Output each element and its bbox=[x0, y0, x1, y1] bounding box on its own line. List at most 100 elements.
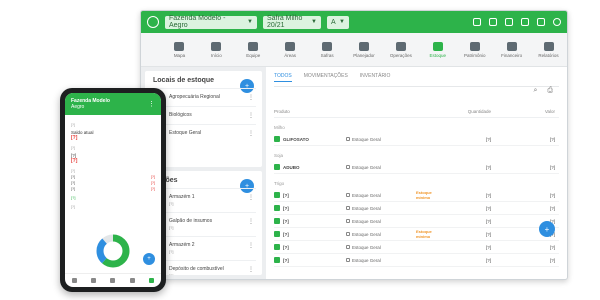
table-row[interactable]: [?]Estoque GeralEstoque mínimo[?][?] bbox=[274, 189, 559, 202]
more-icon[interactable]: ⋮ bbox=[248, 94, 254, 101]
add-product-button[interactable]: + bbox=[539, 221, 555, 237]
col-value: Valor bbox=[544, 109, 555, 114]
tab-0[interactable]: TODOS bbox=[274, 73, 292, 82]
home-icon[interactable] bbox=[72, 278, 78, 283]
table-row[interactable]: GLIFOSATO Estoque Geral [?] [?] bbox=[274, 133, 559, 146]
phone-mockup: Fazenda Modelo Aegro ⋮ [?] Saldo atual [… bbox=[60, 88, 166, 292]
location-name: Estoque Geral bbox=[352, 244, 381, 250]
table-row[interactable]: [?] Estoque Geral [?] [?] bbox=[274, 241, 559, 254]
table-row[interactable]: [?]Estoque GeralEstoque mínimo[?][?] bbox=[274, 228, 559, 241]
phone-list-row[interactable]: [?] [?] bbox=[71, 181, 155, 185]
phone-list-row[interactable]: [?] [?] bbox=[71, 175, 155, 179]
nav-item-planner[interactable]: Planejador bbox=[346, 33, 383, 66]
product-cell: [?] bbox=[274, 205, 346, 211]
season-select-label: Safra Milho 20/21 bbox=[267, 15, 303, 29]
table-row[interactable]: [?] Estoque Geral [?] [?] bbox=[274, 202, 559, 215]
product-cell: ADUBO bbox=[274, 164, 346, 170]
finance-icon bbox=[506, 41, 517, 51]
phone-add-button[interactable]: + bbox=[143, 253, 155, 265]
chart-icon[interactable] bbox=[129, 278, 135, 283]
col-product: Produto bbox=[274, 109, 290, 114]
nav-item-label: Patrimônio bbox=[463, 52, 486, 58]
chat-icon[interactable] bbox=[489, 18, 497, 26]
farm-select-label: Fazenda Modelo - Aegro bbox=[169, 15, 226, 29]
module-nav: Mapa Início Equipe Áreas Safras Planejador Ope… bbox=[141, 33, 567, 67]
more-icon[interactable]: ⋮ bbox=[248, 266, 254, 273]
nav-item-home[interactable]: Início bbox=[198, 33, 235, 66]
nav-item-inventory[interactable]: Estoque bbox=[419, 33, 456, 66]
section-item[interactable]: Armazém 1 [?] ⋮ bbox=[151, 188, 256, 212]
product-name: [?] bbox=[283, 244, 289, 250]
nav-item-label: Estoque bbox=[429, 52, 447, 58]
product-icon bbox=[274, 244, 280, 250]
list-icon[interactable] bbox=[91, 278, 97, 283]
nav-item-label: Mapa bbox=[173, 52, 186, 58]
help-icon[interactable] bbox=[505, 18, 513, 26]
product-icon bbox=[274, 164, 280, 170]
year-select[interactable]: A ▼ bbox=[327, 15, 349, 29]
phone-link[interactable]: [?] bbox=[71, 195, 155, 200]
nav-item-label: Equipe bbox=[246, 52, 261, 58]
stock-location-item[interactable]: Agropecuária Regional ⋮ bbox=[151, 88, 256, 106]
section-item[interactable]: Galpão de insumos [?] ⋮ bbox=[151, 212, 256, 236]
nav-item-map[interactable]: Áreas bbox=[272, 33, 309, 66]
settings-icon[interactable] bbox=[537, 18, 545, 26]
tab-1[interactable]: MOVIMENTAÇÕES bbox=[304, 73, 348, 82]
inventory-icon[interactable] bbox=[148, 278, 154, 283]
more-icon[interactable]: ⋮ bbox=[248, 242, 254, 249]
more-icon[interactable]: ⋮ bbox=[148, 100, 155, 108]
product-name: [?] bbox=[283, 192, 289, 198]
table-row[interactable]: [?] Estoque Geral [?] [?] bbox=[274, 215, 559, 228]
product-icon bbox=[274, 231, 280, 237]
content-area: Locais de estoque + Agropecuária Regiona… bbox=[141, 67, 567, 279]
calendar-icon[interactable] bbox=[473, 18, 481, 26]
stock-location-item[interactable]: Biológicos ⋮ bbox=[151, 106, 256, 124]
more-icon[interactable]: ⋮ bbox=[248, 112, 254, 119]
quantity-cell: [?] bbox=[485, 164, 491, 170]
top-bar-actions bbox=[473, 18, 561, 26]
location-cell: Estoque Geral bbox=[346, 165, 416, 170]
nav-item-globe[interactable]: Mapa bbox=[161, 33, 198, 66]
phone-screen: Fazenda Modelo Aegro ⋮ [?] Saldo atual [… bbox=[65, 93, 161, 287]
nav-item-label: Áreas bbox=[284, 52, 297, 58]
nav-item-plant[interactable]: Safras bbox=[309, 33, 346, 66]
nav-item-tractor[interactable]: Operações bbox=[382, 33, 419, 66]
section-subtitle: [?] bbox=[169, 249, 174, 254]
avatar[interactable] bbox=[553, 18, 561, 26]
quantity-cell: [?] bbox=[485, 244, 491, 250]
table-group-label: Soja bbox=[274, 153, 284, 158]
nav-item-reports[interactable]: Relatórios bbox=[530, 33, 567, 66]
nav-item-people[interactable]: Equipe bbox=[235, 33, 272, 66]
stock-location-name: Biológicos bbox=[169, 112, 192, 118]
farm-select[interactable]: Fazenda Modelo - Aegro ▼ bbox=[165, 15, 257, 29]
section-item[interactable]: Depósito de combustível[?]⋮ bbox=[151, 260, 256, 275]
tab-2[interactable]: INVENTÁRIO bbox=[360, 73, 391, 82]
year-select-label: A bbox=[331, 18, 336, 26]
phone-list-name: [?] bbox=[71, 187, 76, 191]
search-icon[interactable]: ⌕ bbox=[533, 87, 537, 95]
table-row[interactable]: [?] Estoque Geral [?] [?] bbox=[274, 254, 559, 267]
more-icon[interactable]: ⋮ bbox=[248, 130, 254, 137]
season-select[interactable]: Safra Milho 20/21 ▼ bbox=[263, 15, 321, 29]
desktop-window: Fazenda Modelo - Aegro ▼ Safra Milho 20/… bbox=[140, 10, 568, 280]
product-cell: GLIFOSATO bbox=[274, 136, 346, 142]
nav-item-label: Safras bbox=[320, 52, 334, 58]
print-icon[interactable]: ⎙ bbox=[547, 87, 553, 95]
phone-body: [?] Saldo atual [?] [?] [?] [?] [?] [?][… bbox=[65, 115, 161, 212]
product-cell: [?] bbox=[274, 244, 346, 250]
map-icon[interactable] bbox=[110, 278, 116, 283]
min-stock-tag: Estoque mínimo bbox=[416, 229, 432, 239]
nav-item-asset[interactable]: Patrimônio bbox=[456, 33, 493, 66]
nav-item-finance[interactable]: Financeiro bbox=[493, 33, 530, 66]
bell-icon[interactable] bbox=[521, 18, 529, 26]
more-icon[interactable]: ⋮ bbox=[248, 218, 254, 225]
phone-list-row[interactable]: [?] [?] bbox=[71, 187, 155, 191]
location-name: Estoque Geral bbox=[352, 218, 381, 224]
product-name: [?] bbox=[283, 231, 289, 237]
more-icon[interactable]: ⋮ bbox=[248, 194, 254, 201]
phone-list: [?] [?] [?] [?] [?] [?] bbox=[71, 175, 155, 191]
section-item[interactable]: Armazém 2 [?] ⋮ bbox=[151, 236, 256, 260]
phone-list-value: [?] bbox=[150, 181, 155, 185]
stock-location-item[interactable]: Estoque Geral ⋮ bbox=[151, 124, 256, 142]
table-row[interactable]: ADUBO Estoque Geral [?] [?] bbox=[274, 161, 559, 174]
